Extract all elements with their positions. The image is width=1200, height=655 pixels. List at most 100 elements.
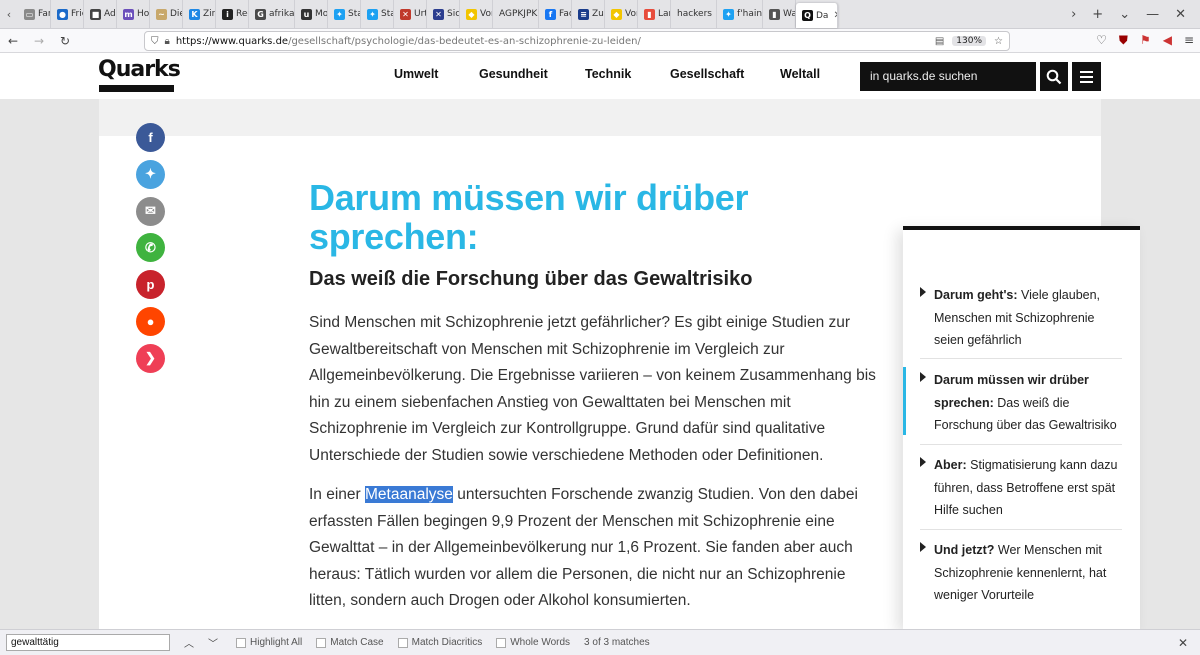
bookmark-star-icon[interactable]: ☆ — [994, 36, 1003, 47]
browser-tab[interactable]: ✦ f'hain — [717, 0, 763, 28]
tab-favicon-icon: ≡ — [578, 8, 589, 20]
tab-scroll-right-icon[interactable]: › — [1071, 7, 1076, 22]
triangle-right-icon — [920, 372, 926, 382]
extension-icon[interactable]: ⚑ — [1140, 33, 1151, 48]
tab-label: Siche — [447, 9, 460, 19]
toc-item-darum-muessen[interactable]: Darum müssen wir drüber sprechen: Das we… — [920, 369, 1120, 437]
browser-tab[interactable]: ●Frie — [51, 0, 84, 28]
browser-tab[interactable]: ✕Urtei — [394, 0, 427, 28]
search-button[interactable] — [1040, 62, 1068, 91]
nav-item-gesundheit[interactable]: Gesundheit — [479, 67, 548, 81]
share-pinterest-icon[interactable]: p — [136, 270, 165, 300]
shield-icon[interactable]: ⛉ — [151, 36, 159, 47]
section-headline: Darum müssen wir drüber sprechen: — [309, 177, 749, 257]
share-email-icon[interactable]: ✉ — [136, 196, 165, 226]
tab-favicon-icon: ▮ — [644, 8, 655, 20]
browser-tab[interactable]: ■Adre — [84, 0, 117, 28]
site-menu-button[interactable] — [1072, 62, 1101, 91]
logo-underline — [99, 85, 174, 92]
lock-icon[interactable]: 🔒︎ — [165, 36, 170, 47]
tab-scroll-left-icon[interactable]: ‹ — [0, 0, 18, 28]
browser-tab[interactable]: ~Die Z — [150, 0, 183, 28]
browser-tab[interactable]: ◆Vorla — [460, 0, 493, 28]
browser-tab[interactable]: uMont — [295, 0, 328, 28]
url-bar-actions: ▤ 130% ☆ — [935, 36, 1009, 47]
browser-tab[interactable]: fFaceb — [539, 0, 572, 28]
browser-tab[interactable]: ◆Vorla — [605, 0, 638, 28]
checkbox-label: Highlight All — [250, 637, 303, 648]
share-pocket-icon[interactable]: ❯ — [136, 343, 165, 373]
match-diacritics-checkbox[interactable]: Match Diacritics — [397, 637, 482, 648]
close-window-icon[interactable]: ✕ — [1175, 7, 1186, 22]
forward-icon[interactable]: → — [26, 34, 52, 48]
browser-tab[interactable]: ▮Way — [763, 0, 796, 28]
nav-item-weltall[interactable]: Weltall — [780, 67, 820, 81]
tab-label: Mont — [315, 9, 328, 19]
menu-hamburger-icon[interactable]: ≡ — [1184, 33, 1194, 48]
browser-tab[interactable]: ✦Start — [361, 0, 394, 28]
find-close-icon[interactable]: ✕ — [1178, 636, 1188, 650]
find-input[interactable] — [6, 634, 170, 651]
browser-tab[interactable]: KZirbe — [183, 0, 216, 28]
share-reddit-icon[interactable]: ● — [136, 307, 165, 336]
toc-item-darum-gehts[interactable]: Darum geht's: Viele glauben, Menschen mi… — [920, 284, 1120, 352]
browser-tab[interactable]: ✕Siche — [427, 0, 460, 28]
browser-tab[interactable]: mHom — [117, 0, 150, 28]
metaanalyse-link[interactable]: Metaanalyse — [365, 486, 453, 503]
tab-label: Faceb — [559, 9, 571, 19]
quarks-logo[interactable]: Quarks — [98, 57, 181, 82]
tab-favicon-icon: K — [189, 8, 200, 20]
quarks-favicon-icon: Q — [802, 10, 813, 21]
hamburger-icon — [1080, 70, 1093, 73]
checkbox-label: Whole Words — [510, 637, 571, 648]
browser-tab[interactable]: ▭Fan — [18, 0, 51, 28]
tab-label: Zusa — [592, 9, 604, 19]
tab-close-icon[interactable]: ✕ — [833, 10, 837, 21]
site-search-input[interactable]: in quarks.de suchen — [860, 62, 1036, 91]
nav-item-gesellschaft[interactable]: Gesellschaft — [670, 67, 744, 81]
toc-item-aber[interactable]: Aber: Stigmatisierung kann dazu führen, … — [920, 454, 1120, 522]
ublock-extension-icon[interactable]: ⛊ — [1119, 33, 1128, 48]
nav-item-technik[interactable]: Technik — [585, 67, 631, 81]
share-twitter-icon[interactable]: ✦ — [136, 159, 165, 189]
pocket-icon[interactable]: ♡ — [1096, 33, 1107, 48]
find-next-icon[interactable]: ﹀ — [204, 635, 222, 650]
list-all-tabs-icon[interactable]: ⌄ — [1119, 7, 1130, 22]
tab-favicon-icon: f — [545, 8, 556, 20]
hamburger-line — [1080, 75, 1093, 78]
toc-item-und-jetzt[interactable]: Und jetzt? Wer Menschen mit Schizophreni… — [920, 539, 1120, 607]
tab-favicon-icon: ✕ — [433, 8, 444, 20]
reader-view-icon[interactable]: ▤ — [935, 36, 944, 47]
reload-icon[interactable]: ↻ — [52, 34, 78, 48]
tab-active[interactable]: Q Da ✕ — [796, 3, 838, 28]
share-facebook-icon[interactable]: f — [136, 123, 165, 152]
site-header: Quarks Umwelt Gesundheit Technik Gesells… — [0, 53, 1200, 99]
toc-item-bold: Und jetzt? — [934, 543, 995, 557]
browser-tab[interactable]: ✦Start — [328, 0, 361, 28]
whole-words-checkbox[interactable]: Whole Words — [496, 637, 570, 648]
browser-tab[interactable]: AGPKJPK — [493, 0, 539, 28]
nav-item-umwelt[interactable]: Umwelt — [394, 67, 438, 81]
zoom-level-badge[interactable]: 130% — [952, 36, 987, 46]
browser-tab[interactable]: ≡Zusa — [572, 0, 605, 28]
browser-tab[interactable]: hackers — [671, 0, 717, 28]
browser-tab[interactable]: ▮Land — [638, 0, 671, 28]
browser-tab[interactable]: iRech — [216, 0, 249, 28]
highlight-all-checkbox[interactable]: Highlight All — [236, 637, 302, 648]
match-case-checkbox[interactable]: Match Case — [316, 637, 384, 648]
back-icon[interactable]: ← — [0, 34, 26, 48]
tab-label: Frie — [71, 9, 83, 19]
tab-label: Die Z — [170, 9, 182, 19]
tab-label: Start — [381, 9, 393, 19]
tab-label: Rech — [236, 9, 248, 19]
minimize-icon[interactable]: — — [1146, 7, 1159, 22]
url-bar[interactable]: ⛉ 🔒︎ https://www.quarks.de/gesellschaft/… — [144, 31, 1010, 51]
browser-tab[interactable]: Gafrika — [249, 0, 295, 28]
find-previous-icon[interactable]: ︿ — [180, 635, 198, 650]
tab-label: Urtei — [414, 9, 426, 19]
tab-label: Fan — [38, 9, 50, 19]
toolbar-extensions: ♡ ⛊ ⚑ ◀ ≡ — [1096, 33, 1194, 48]
article-paragraph-2: In einer Metaanalyse untersuchten Forsch… — [309, 482, 879, 615]
megaphone-icon[interactable]: ◀ — [1163, 33, 1172, 48]
new-tab-icon[interactable]: + — [1092, 7, 1103, 22]
